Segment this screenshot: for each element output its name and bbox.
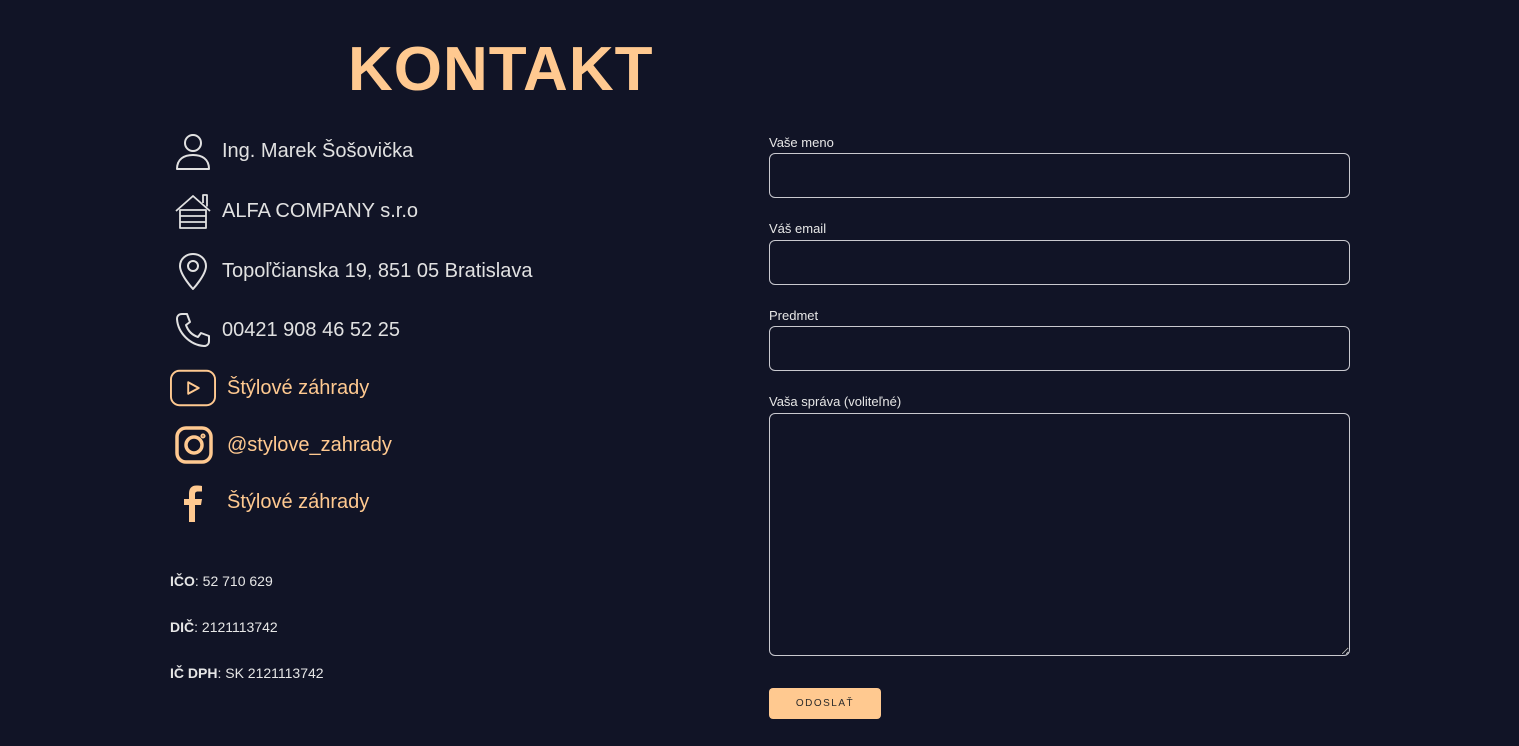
contact-name: Ing. Marek Šošovička bbox=[222, 139, 414, 162]
contact-page: KONTAKT Ing. Marek Šošovička ALFA COMPAN… bbox=[0, 0, 1519, 746]
name-label: Vaše meno bbox=[769, 135, 834, 150]
ico-line: IČO: 52 710 629 bbox=[170, 573, 273, 589]
youtube-link[interactable]: Štýlové záhrady bbox=[170, 366, 369, 410]
submit-button[interactable]: ODOSLAŤ bbox=[769, 688, 881, 719]
instagram-link-label[interactable]: @stylove_zahrady bbox=[227, 434, 392, 457]
facebook-link[interactable]: Štýlové záhrady bbox=[170, 480, 369, 524]
contact-phone: 00421 908 46 52 25 bbox=[222, 318, 400, 341]
subject-label: Predmet bbox=[769, 308, 819, 323]
facebook-icon bbox=[170, 480, 216, 524]
contact-phone-row: 00421 908 46 52 25 bbox=[170, 308, 400, 352]
youtube-link-label[interactable]: Štýlové záhrady bbox=[227, 377, 369, 400]
page-title: KONTAKT bbox=[348, 35, 654, 104]
dic-label: DIČ bbox=[170, 619, 195, 635]
contact-address: Topoľčianska 19, 851 05 Bratislava bbox=[222, 259, 533, 282]
instagram-link[interactable]: @stylove_zahrady bbox=[170, 423, 392, 467]
youtube-icon bbox=[170, 366, 216, 410]
name-input[interactable] bbox=[769, 153, 1350, 198]
subject-input[interactable] bbox=[769, 326, 1350, 371]
contact-company: ALFA COMPANY s.r.o bbox=[222, 199, 418, 222]
ico-value: : 52 710 629 bbox=[194, 573, 273, 589]
message-label: Vaša správa (voliteľné) bbox=[769, 394, 902, 409]
email-label: Váš email bbox=[769, 221, 827, 236]
person-icon bbox=[170, 129, 216, 173]
phone-icon bbox=[170, 308, 216, 352]
house-icon bbox=[170, 189, 216, 233]
facebook-link-label[interactable]: Štýlové záhrady bbox=[227, 491, 369, 514]
location-pin-icon bbox=[170, 249, 216, 293]
icdph-line: IČ DPH: SK 2121113742 bbox=[170, 665, 324, 681]
contact-company-row: ALFA COMPANY s.r.o bbox=[170, 189, 418, 233]
dic-line: DIČ: 2121113742 bbox=[170, 619, 278, 635]
email-input[interactable] bbox=[769, 240, 1350, 285]
icdph-label: IČ DPH bbox=[170, 665, 218, 681]
contact-name-row: Ing. Marek Šošovička bbox=[170, 129, 413, 173]
message-textarea[interactable] bbox=[769, 413, 1350, 656]
instagram-icon bbox=[170, 423, 216, 467]
ico-label: IČO bbox=[170, 573, 195, 589]
icdph-value: : SK 2121113742 bbox=[217, 665, 324, 681]
dic-value: : 2121113742 bbox=[194, 619, 278, 635]
contact-address-row: Topoľčianska 19, 851 05 Bratislava bbox=[170, 249, 532, 293]
